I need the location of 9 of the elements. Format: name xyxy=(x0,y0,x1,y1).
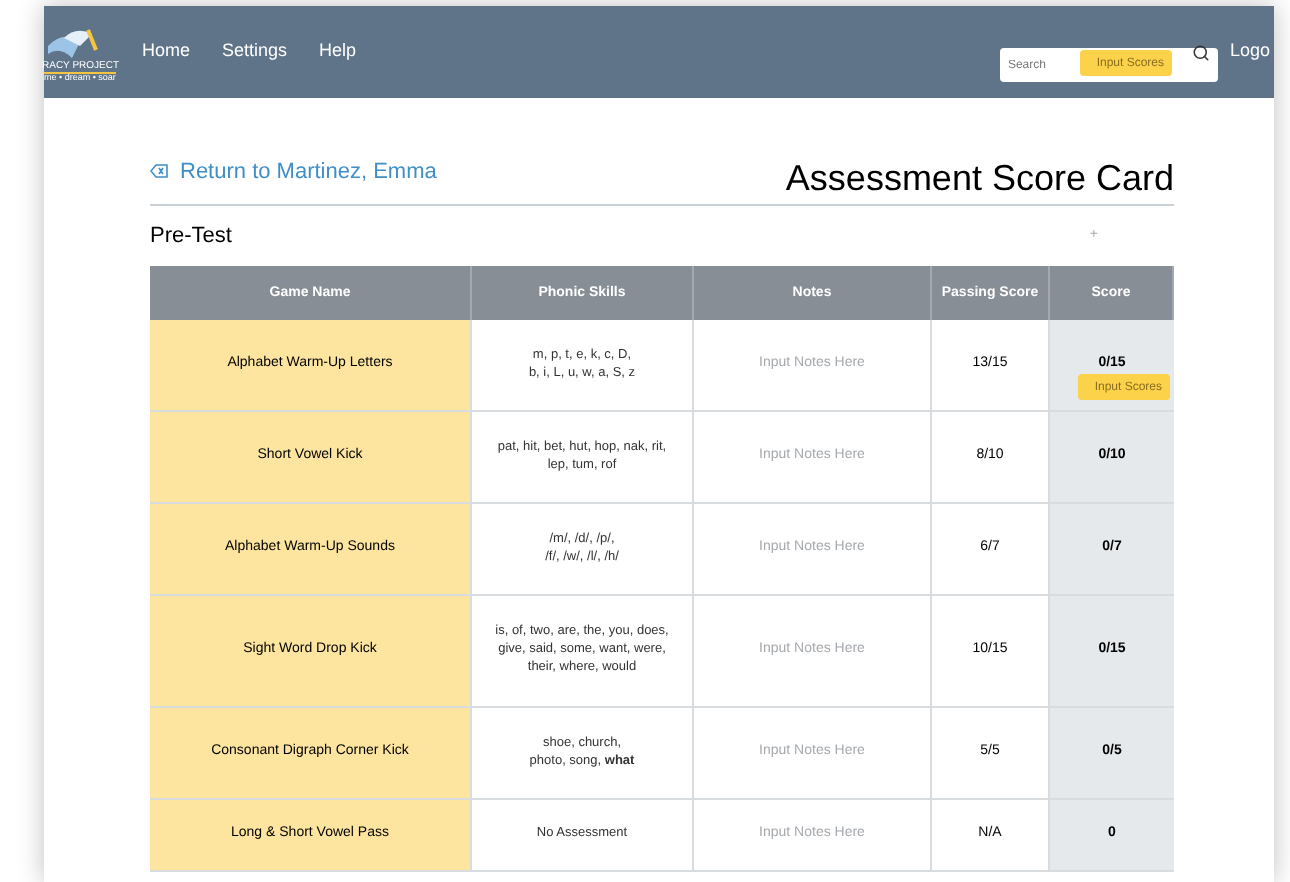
page-title: Assessment Score Card xyxy=(785,160,1174,196)
section-title: Pre-Test xyxy=(150,221,232,252)
return-link[interactable]: Return to Martinez, Emma xyxy=(150,155,437,188)
nav-link[interactable]: Home xyxy=(142,38,191,66)
nav-link[interactable]: Settings xyxy=(222,38,288,66)
logout-link[interactable]: Logo xyxy=(1229,38,1270,66)
nav-link[interactable]: Help xyxy=(319,38,357,66)
backspace-icon xyxy=(150,164,168,179)
search-icon xyxy=(1191,43,1210,61)
